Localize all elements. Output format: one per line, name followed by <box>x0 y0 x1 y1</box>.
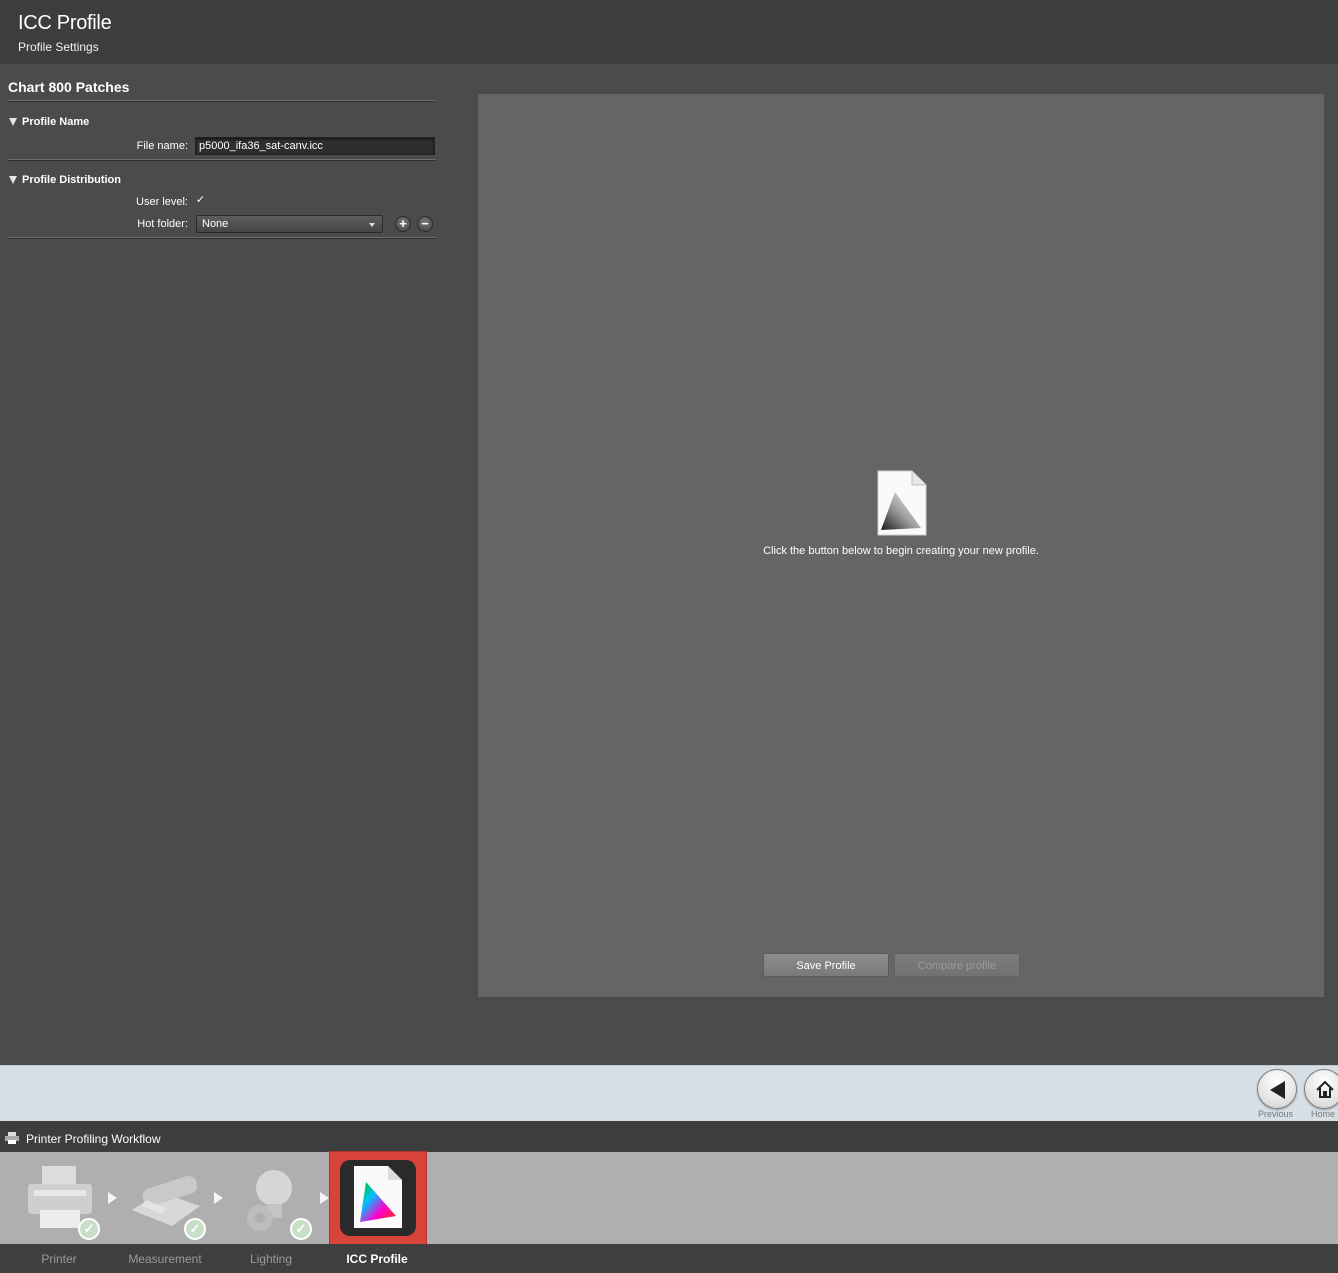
user-level-label: User level: <box>136 196 188 208</box>
page-subtitle: Profile Settings <box>18 40 99 54</box>
home-label: Home <box>1311 1109 1336 1119</box>
step-label-icc-profile[interactable]: ICC Profile <box>322 1252 432 1266</box>
workflow-step-labels: Printer Measurement Lighting ICC Profile <box>0 1244 1338 1273</box>
step-label-printer[interactable]: Printer <box>4 1252 114 1266</box>
document-icon <box>877 470 927 536</box>
divider <box>8 100 436 101</box>
check-icon: ✓ <box>78 1218 100 1240</box>
app-window: ICC Profile Profile Settings Chart 800 P… <box>0 0 1338 1273</box>
page-title: ICC Profile <box>18 12 112 34</box>
chevron-down-icon <box>369 223 375 227</box>
hot-folder-select[interactable]: None <box>196 215 383 233</box>
icc-profile-step-icon <box>340 1160 416 1236</box>
file-name-input[interactable] <box>195 137 435 155</box>
home-button[interactable] <box>1304 1069 1338 1109</box>
hot-folder-label: Hot folder: <box>137 218 188 230</box>
step-label-measurement[interactable]: Measurement <box>110 1252 220 1266</box>
previous-button[interactable] <box>1257 1069 1297 1109</box>
arrow-left-icon <box>1270 1081 1285 1099</box>
header: ICC Profile Profile Settings <box>0 0 1338 64</box>
divider <box>8 237 436 238</box>
workflow-bar: Printer Profiling Workflow <box>0 1121 1338 1152</box>
section-heading: Profile Distribution <box>22 174 121 186</box>
workflow-steps: ✓ ✓ ✓ <box>0 1152 1338 1244</box>
icc-profile-step[interactable] <box>330 1152 426 1244</box>
instruction-message: Click the button below to begin creating… <box>763 545 1039 557</box>
section-heading: Profile Name <box>22 116 90 128</box>
save-profile-button[interactable]: Save Profile <box>763 953 889 977</box>
check-icon: ✓ <box>184 1218 206 1240</box>
navigation-bar: Previous Home <box>0 1065 1338 1121</box>
chart-title: Chart 800 Patches <box>8 79 130 95</box>
step-arrow-icon <box>108 1192 117 1204</box>
step-arrow-icon <box>214 1192 223 1204</box>
main-panel: Click the button below to begin creating… <box>478 94 1324 997</box>
remove-hot-folder-button[interactable]: − <box>417 216 433 232</box>
printer-icon <box>5 1132 19 1144</box>
workflow-title: Printer Profiling Workflow <box>26 1132 161 1146</box>
disclosure-triangle-icon[interactable] <box>9 176 17 184</box>
compare-profile-button[interactable]: Compare profile <box>894 953 1020 977</box>
divider <box>8 159 436 160</box>
add-hot-folder-button[interactable]: + <box>395 216 411 232</box>
hot-folder-value: None <box>202 218 229 230</box>
user-level-checkbox[interactable]: ✓ <box>195 195 206 206</box>
previous-label: Previous <box>1258 1109 1294 1119</box>
section-profile-name[interactable]: Profile Name <box>9 116 89 128</box>
step-arrow-icon <box>320 1192 329 1204</box>
home-icon <box>1316 1080 1334 1098</box>
settings-panel: Chart 800 Patches Profile Name File name… <box>0 64 446 1064</box>
file-name-label: File name: <box>136 140 188 152</box>
section-profile-distribution[interactable]: Profile Distribution <box>9 174 121 186</box>
check-icon: ✓ <box>290 1218 312 1240</box>
step-label-lighting[interactable]: Lighting <box>216 1252 326 1266</box>
disclosure-triangle-icon[interactable] <box>9 118 17 126</box>
